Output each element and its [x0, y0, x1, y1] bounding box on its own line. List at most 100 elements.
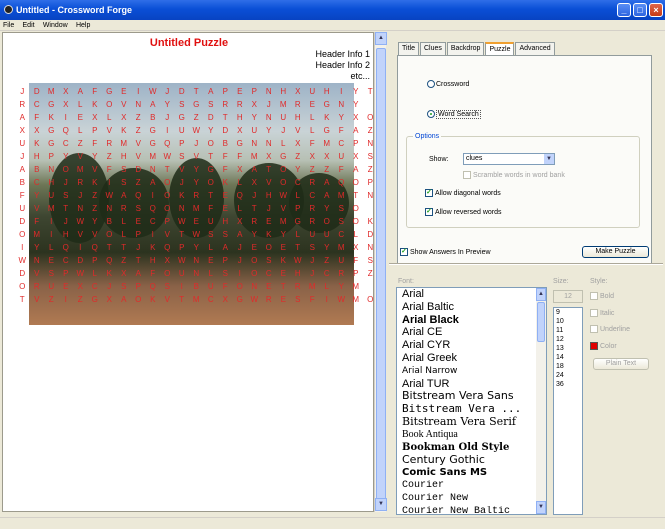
grid-cell: D	[19, 217, 26, 226]
preview-scrollbar[interactable]: ▲ ▼	[374, 32, 387, 512]
grid-cell: Y	[353, 87, 359, 96]
menu-window[interactable]: Window	[40, 20, 71, 31]
grid-cell: P	[135, 282, 141, 291]
allow-reversed-checkbox[interactable]: ✓ Allow reversed words	[425, 208, 502, 218]
grid-cell: F	[106, 165, 112, 174]
grid-cell: A	[251, 165, 257, 174]
scroll-thumb[interactable]	[376, 48, 386, 500]
font-item[interactable]: Book Antiqua	[397, 429, 546, 442]
size-item[interactable]: 13	[554, 344, 582, 353]
font-item[interactable]: Century Gothic	[397, 454, 546, 467]
font-item[interactable]: Courier New Baltic	[397, 506, 546, 514]
font-item[interactable]: Courier	[397, 480, 546, 493]
size-input[interactable]: 12	[553, 290, 583, 303]
grid-row: OMIHVVOLPIVTWSSAYKYLUUCLD	[15, 228, 373, 241]
font-item[interactable]: Bookman Old Style	[397, 442, 546, 455]
grid-cell: M	[352, 295, 360, 304]
grid-cell: S	[266, 256, 272, 265]
minimize-button[interactable]: _	[617, 3, 631, 17]
size-item[interactable]: 14	[554, 353, 582, 362]
grid-cell: A	[121, 295, 127, 304]
grid-cell: F	[34, 113, 40, 122]
make-puzzle-button[interactable]: Make Puzzle	[582, 246, 649, 258]
grid-cell: A	[19, 165, 25, 174]
font-item[interactable]: Arial TUR	[397, 378, 546, 391]
maximize-button[interactable]: □	[633, 3, 647, 17]
font-item[interactable]: Bitstream Vera Serif	[397, 416, 546, 429]
scroll-up-button[interactable]: ▲	[536, 288, 546, 301]
grid-cell: O	[367, 113, 374, 122]
grid-cell: C	[62, 139, 69, 148]
grid-cell: I	[325, 295, 328, 304]
color-picker[interactable]: Color	[590, 342, 617, 352]
bold-checkbox[interactable]: Bold	[590, 292, 614, 302]
font-item[interactable]: Arial Baltic	[397, 301, 546, 314]
size-item[interactable]: 18	[554, 362, 582, 371]
font-item[interactable]: Courier New	[397, 493, 546, 506]
menu-file[interactable]: File	[0, 20, 17, 31]
font-item[interactable]: Arial Greek	[397, 352, 546, 365]
tab-advanced[interactable]: Advanced	[515, 42, 555, 55]
show-answers-checkbox[interactable]: ✓ Show Answers In Preview	[400, 248, 491, 258]
grid-cell: J	[237, 243, 242, 252]
font-item[interactable]: Arial Narrow	[397, 365, 546, 378]
grid-cell: J	[310, 269, 315, 278]
font-item[interactable]: Arial	[397, 288, 546, 301]
font-item[interactable]: Arial CE	[397, 326, 546, 339]
grid-cell: P	[92, 126, 98, 135]
grid-cell: U	[251, 126, 258, 135]
scroll-thumb[interactable]	[537, 302, 545, 342]
size-item[interactable]: 24	[554, 371, 582, 380]
font-item[interactable]: Arial CYR	[397, 339, 546, 352]
show-select[interactable]: clues ▼	[463, 153, 555, 165]
size-item[interactable]: 12	[554, 335, 582, 344]
font-item[interactable]: Comic Sans MS	[397, 467, 546, 480]
grid-cell: I	[340, 87, 343, 96]
allow-diagonal-checkbox[interactable]: ✓ Allow diagonal words	[425, 189, 501, 199]
close-button[interactable]: ×	[649, 3, 663, 17]
grid-cell: E	[280, 243, 286, 252]
grid-cell: K	[34, 139, 40, 148]
tab-title[interactable]: Title	[398, 42, 419, 55]
grid-cell: L	[208, 243, 213, 252]
panel-divider[interactable]	[389, 263, 663, 265]
grid-cell: I	[21, 243, 24, 252]
tab-backdrop[interactable]: Backdrop	[446, 42, 485, 55]
font-item[interactable]: Bitstream Vera ...	[397, 403, 546, 416]
tab-puzzle[interactable]: Puzzle	[485, 42, 515, 55]
size-item[interactable]: 10	[554, 317, 582, 326]
tab-clues[interactable]: Clues	[419, 42, 446, 55]
size-list[interactable]: 9 10 11 12 13 14 18 24 36	[553, 307, 583, 515]
size-item[interactable]: 9	[554, 308, 582, 317]
scramble-checkbox[interactable]: Scramble words in word bank	[463, 171, 565, 181]
font-item[interactable]: Bitstream Vera Sans	[397, 390, 546, 403]
grid-cell: S	[338, 217, 344, 226]
grid-cell: G	[48, 126, 55, 135]
underline-checkbox[interactable]: Underline	[590, 325, 630, 335]
grid-cell: R	[19, 100, 26, 109]
scroll-down-button[interactable]: ▼	[375, 498, 387, 511]
grid-cell: Y	[266, 126, 272, 135]
grid-cell: G	[149, 139, 156, 148]
size-item[interactable]: 11	[554, 326, 582, 335]
grid-cell: A	[121, 191, 127, 200]
grid-cell: U	[323, 230, 330, 239]
scroll-down-button[interactable]: ▼	[536, 501, 546, 514]
plain-text-button[interactable]: Plain Text	[593, 358, 649, 370]
grid-cell: G	[236, 295, 243, 304]
font-list-scrollbar[interactable]: ▲ ▼	[536, 288, 546, 514]
font-list[interactable]: Arial Arial Baltic Arial Black Arial CE …	[396, 287, 547, 515]
grid-cell: J	[281, 126, 286, 135]
grid-cell: F	[309, 295, 315, 304]
menu-help[interactable]: Help	[73, 20, 93, 31]
bold-label: Bold	[600, 293, 615, 300]
scroll-up-button[interactable]: ▲	[375, 32, 387, 45]
menu-edit[interactable]: Edit	[20, 20, 38, 31]
chevron-down-icon[interactable]: ▼	[544, 154, 554, 164]
grid-cell: Y	[295, 165, 301, 174]
size-item[interactable]: 36	[554, 380, 582, 389]
crossword-radio[interactable]: Crossword	[427, 80, 469, 90]
word-search-radio[interactable]: Word Search	[427, 110, 481, 120]
italic-checkbox[interactable]: Italic	[590, 309, 614, 319]
font-item[interactable]: Arial Black	[397, 314, 546, 327]
